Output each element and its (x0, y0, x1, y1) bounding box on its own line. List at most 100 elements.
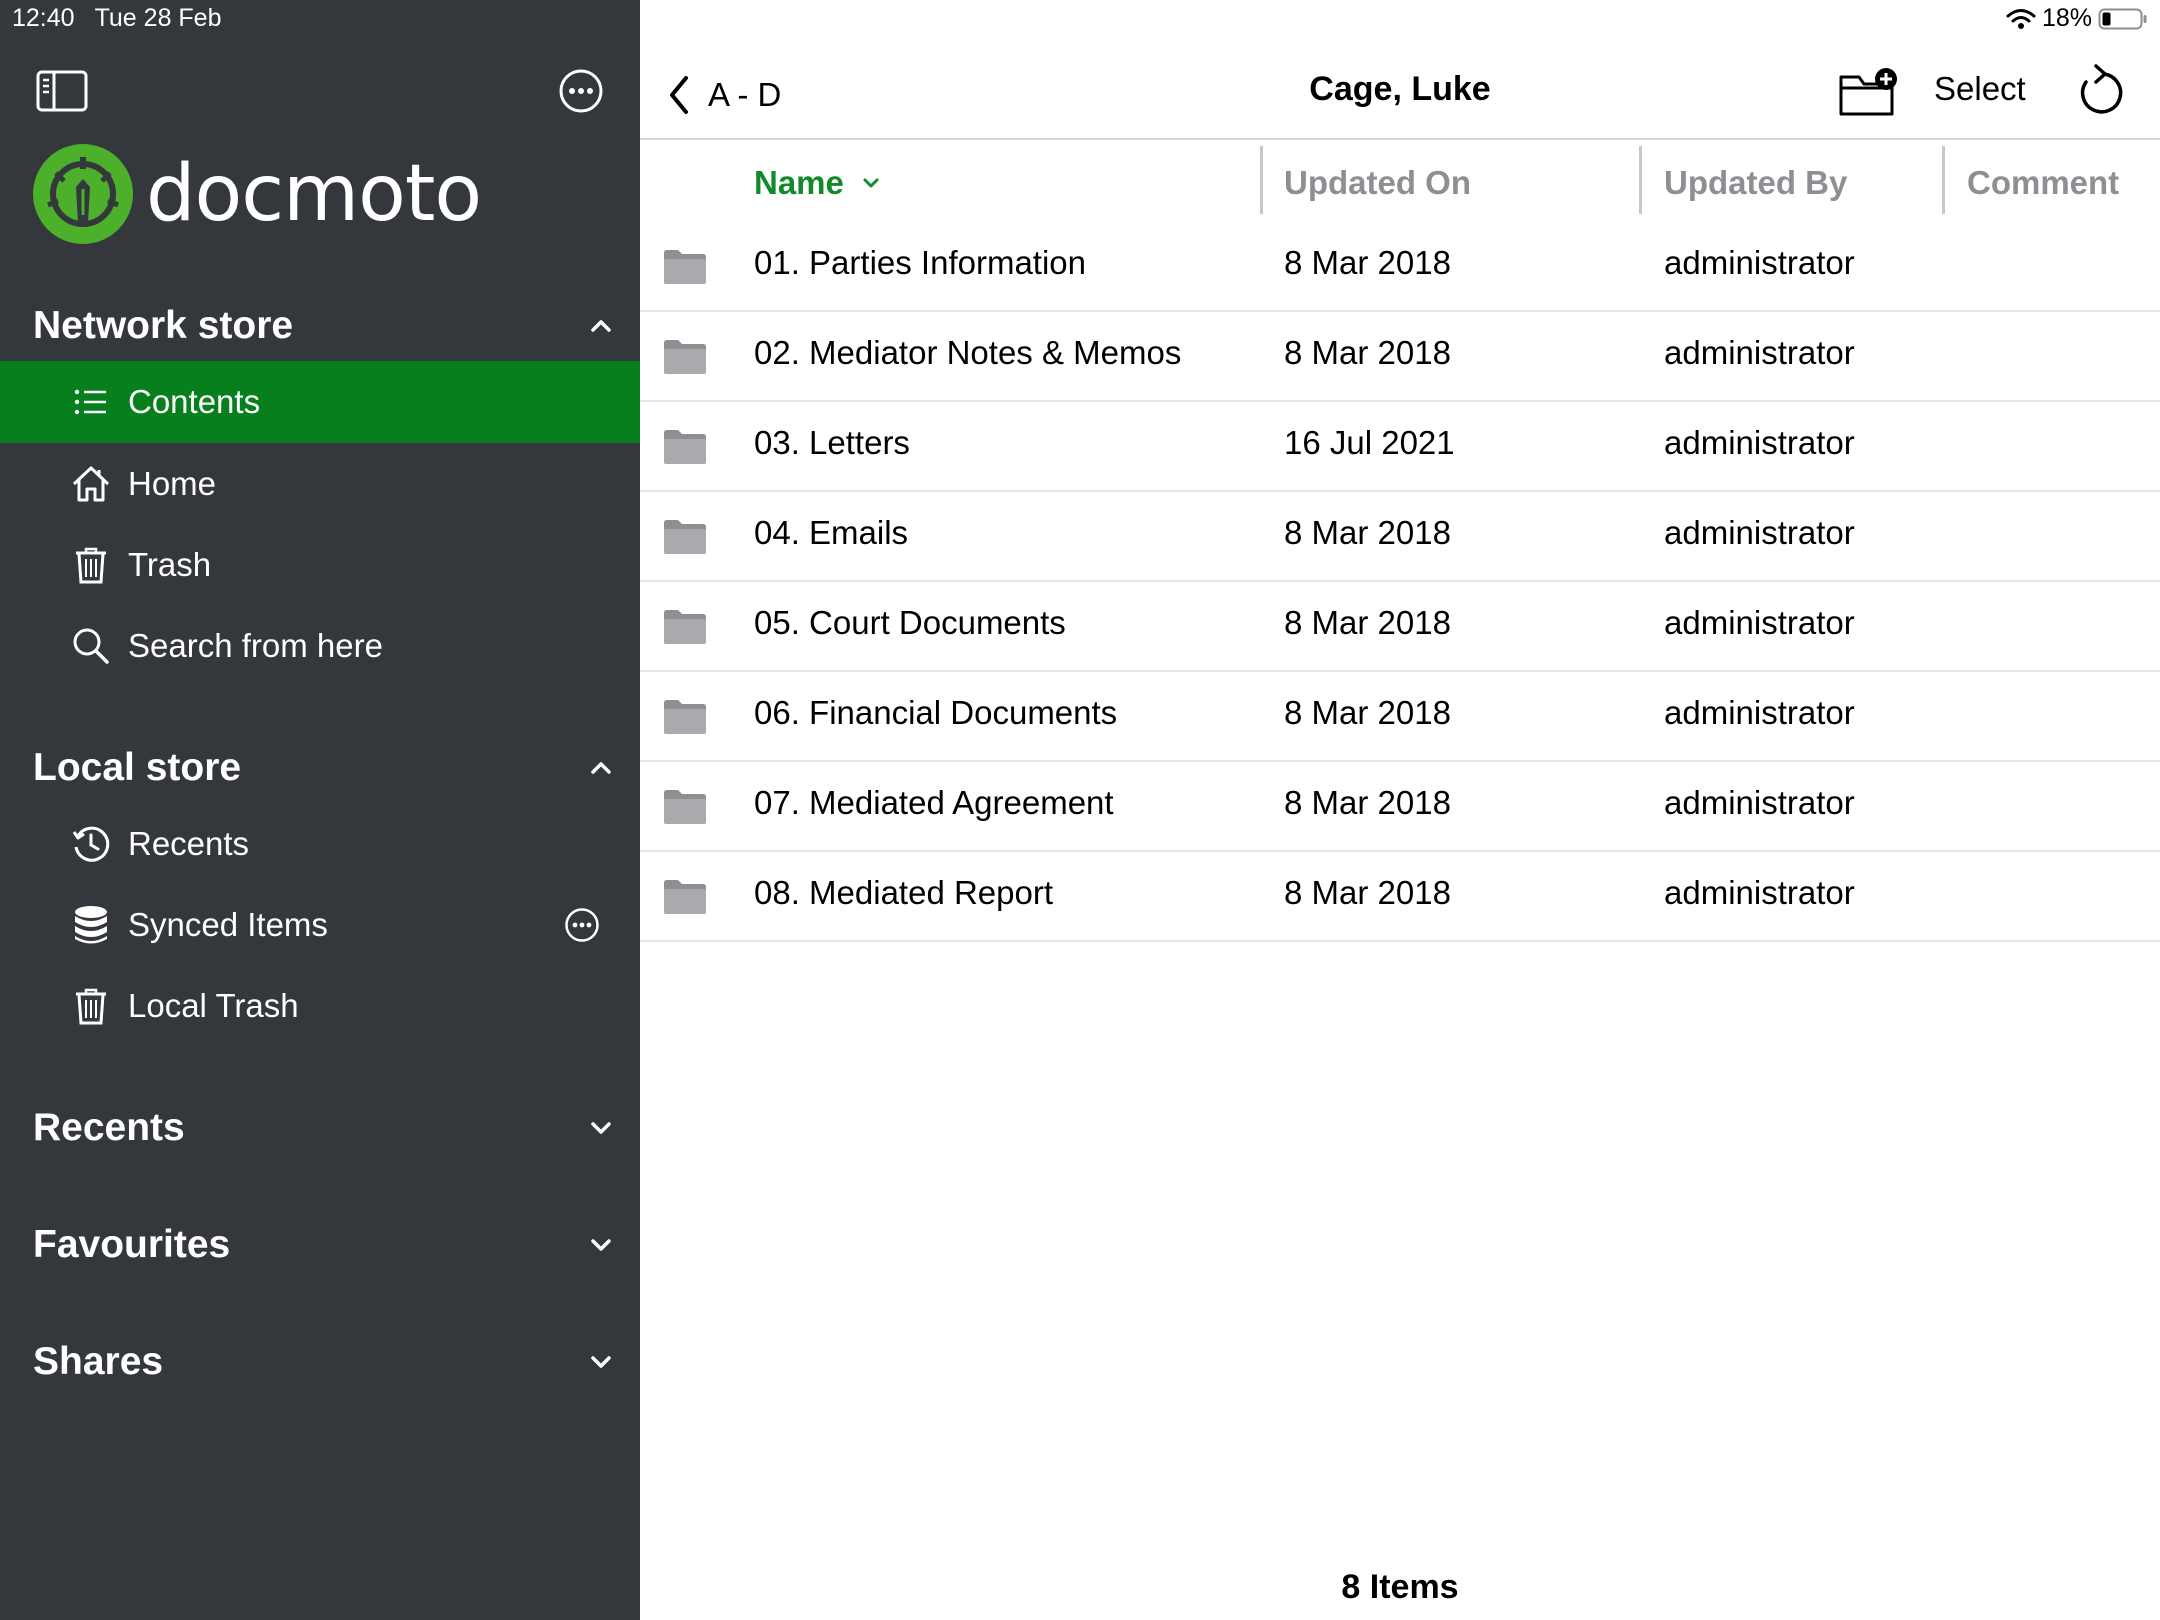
column-header-label: Name (754, 164, 844, 201)
row-updated-on: 16 Jul 2021 (1284, 424, 1455, 461)
row-updated-by: administrator (1664, 784, 1855, 821)
row-updated-on: 8 Mar 2018 (1284, 874, 1451, 911)
column-header-updated-on[interactable]: Updated On (1284, 140, 1471, 226)
chevron-down-icon (591, 1239, 611, 1251)
trash-icon (76, 547, 106, 584)
chevron-up-icon (591, 762, 611, 774)
sidebar-item-contents[interactable]: Contents (0, 361, 640, 443)
item-count: 8 Items (1341, 1568, 1459, 1606)
sidebar-item-home[interactable]: Home (0, 443, 640, 525)
row-updated-by: administrator (1664, 874, 1855, 911)
chevron-down-icon (591, 1122, 611, 1134)
column-header-label: Comment (1967, 164, 2120, 201)
section-favourites[interactable]: Favourites (33, 1215, 623, 1275)
section-title: Network store (33, 304, 294, 347)
folder-icon (664, 430, 706, 464)
new-folder-icon[interactable] (1838, 68, 1898, 120)
folder-icon (664, 700, 706, 734)
brand-name: docmoto (146, 149, 482, 239)
table-row[interactable]: 03. Letters 16 Jul 2021 administrator (640, 402, 2160, 492)
sidebar-item-label: Contents (128, 383, 261, 420)
sidebar-item-recents[interactable]: Recents (0, 803, 640, 885)
row-updated-by: administrator (1664, 694, 1855, 731)
row-name: 08. Mediated Report (754, 874, 1054, 911)
row-updated-on: 8 Mar 2018 (1284, 694, 1451, 731)
back-button-label: A - D (708, 76, 782, 113)
row-updated-by: administrator (1664, 244, 1855, 281)
row-updated-by: administrator (1664, 604, 1855, 641)
row-updated-by: administrator (1664, 334, 1855, 371)
more-options-icon[interactable] (558, 68, 604, 114)
docmoto-logo: docmoto (32, 142, 482, 246)
list-icon (74, 389, 106, 415)
section-recents[interactable]: Recents (33, 1098, 623, 1158)
table-row[interactable]: 02. Mediator Notes & Memos 8 Mar 2018 ad… (640, 312, 2160, 402)
sidebar-item-search-from-here[interactable]: Search from here (0, 605, 640, 687)
folder-icon (664, 880, 706, 914)
history-icon (72, 826, 110, 862)
more-options-icon[interactable] (564, 907, 600, 943)
back-button[interactable]: A - D (666, 70, 781, 120)
search-icon (73, 628, 109, 664)
row-name: 06. Financial Documents (754, 694, 1118, 731)
section-title: Local store (33, 746, 242, 789)
sidebar-item-local-trash[interactable]: Local Trash (0, 965, 640, 1047)
select-button[interactable]: Select (1934, 70, 2026, 108)
column-divider[interactable] (1942, 146, 1945, 214)
sidebar-item-trash[interactable]: Trash (0, 524, 640, 606)
chevron-left-icon (670, 76, 688, 114)
table-row[interactable]: 06. Financial Documents 8 Mar 2018 admin… (640, 672, 2160, 762)
folder-icon (664, 250, 706, 284)
battery-icon (2098, 8, 2147, 29)
column-header-label: Updated On (1284, 164, 1471, 201)
section-network-store[interactable]: Network store (33, 296, 623, 356)
column-header-name[interactable]: Name (754, 140, 884, 226)
row-name: 07. Mediated Agreement (754, 784, 1114, 821)
trash-icon (76, 988, 106, 1025)
sort-chevron-down-icon (863, 178, 879, 188)
table-row[interactable]: 08. Mediated Report 8 Mar 2018 administr… (640, 852, 2160, 942)
sidebar-item-synced-items[interactable]: Synced Items (0, 884, 640, 966)
status-bar-right: 18% (2000, 4, 2148, 33)
row-updated-on: 8 Mar 2018 (1284, 514, 1451, 551)
sidebar-item-label: Local Trash (128, 987, 299, 1024)
column-divider[interactable] (1260, 146, 1263, 214)
folder-icon (664, 340, 706, 374)
column-header-updated-by[interactable]: Updated By (1664, 140, 1847, 226)
status-time: 12:40 (12, 4, 75, 32)
main-content: 18% A - D Cage, Luke Select Name Updated… (640, 0, 2160, 1620)
docmoto-logo-mark-icon (33, 144, 133, 244)
row-name: 04. Emails (754, 514, 909, 551)
section-local-store[interactable]: Local store (33, 738, 623, 798)
column-divider[interactable] (1639, 146, 1642, 214)
row-updated-by: administrator (1664, 424, 1855, 461)
navigation-bar: A - D Cage, Luke Select (640, 54, 2160, 140)
column-header-comment[interactable]: Comment (1967, 140, 2119, 226)
status-bar-left: 12:40 Tue 28 Feb (12, 4, 242, 33)
page-title: Cage, Luke (1309, 70, 1491, 108)
folder-icon (664, 610, 706, 644)
table-row[interactable]: 07. Mediated Agreement 8 Mar 2018 admini… (640, 762, 2160, 852)
sidebar-item-label: Synced Items (128, 906, 328, 943)
row-name: 02. Mediator Notes & Memos (754, 334, 1182, 371)
row-updated-on: 8 Mar 2018 (1284, 784, 1451, 821)
section-title: Recents (33, 1106, 185, 1149)
chevron-down-icon (591, 1356, 611, 1368)
section-shares[interactable]: Shares (33, 1332, 623, 1392)
sidebar-toggle-icon[interactable] (36, 70, 88, 112)
folder-icon (664, 790, 706, 824)
table-row[interactable]: 01. Parties Information 8 Mar 2018 admin… (640, 222, 2160, 312)
folder-icon (664, 520, 706, 554)
row-updated-on: 8 Mar 2018 (1284, 244, 1451, 281)
table-row[interactable]: 05. Court Documents 8 Mar 2018 administr… (640, 582, 2160, 672)
battery-percent: 18% (2041, 4, 2092, 32)
table-row[interactable]: 04. Emails 8 Mar 2018 administrator (640, 492, 2160, 582)
database-icon (75, 906, 107, 944)
sidebar-item-label: Home (128, 465, 217, 502)
refresh-icon[interactable] (2074, 64, 2126, 120)
home-icon (72, 466, 110, 502)
section-title: Shares (33, 1340, 164, 1383)
sidebar-item-label: Trash (128, 546, 212, 583)
row-updated-on: 8 Mar 2018 (1284, 604, 1451, 641)
wifi-icon (2006, 8, 2036, 29)
